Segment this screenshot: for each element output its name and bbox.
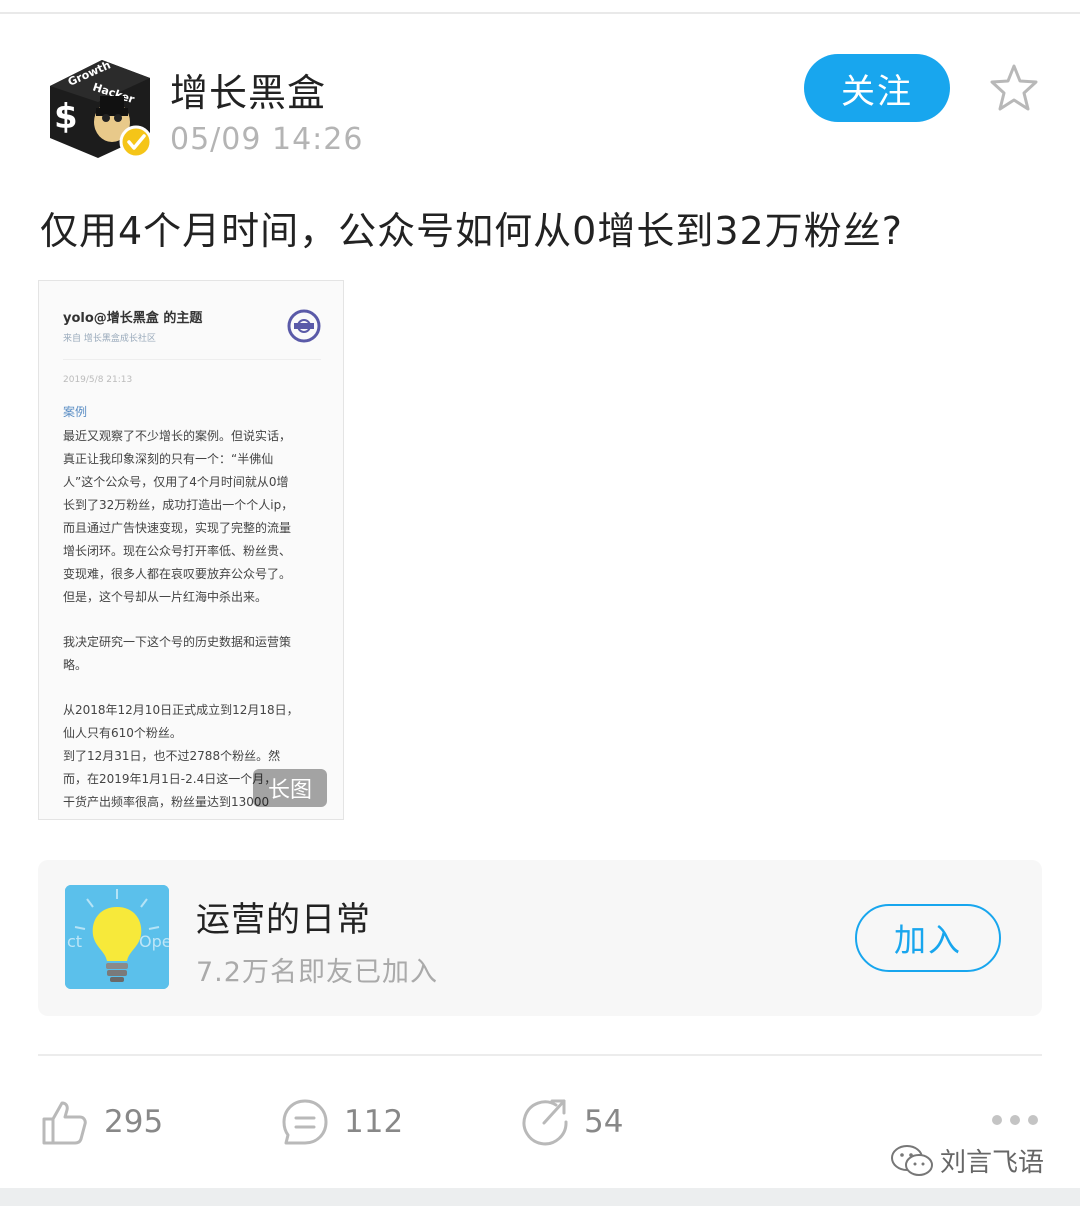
lightbulb-icon: ct Ope — [65, 885, 169, 989]
doc-line: 变现难，很多人都在哀叹要放弃公众号了。 — [63, 567, 292, 581]
join-button[interactable]: 加入 — [855, 904, 1001, 972]
comment-count: 112 — [344, 1104, 404, 1140]
long-image-thumbnail[interactable]: yolo@增长黑盒 的主题 来自 增长黑盒成长社区 2019/5/8 21:13… — [38, 280, 344, 820]
doc-line: 增长闭环。现在公众号打开率低、粉丝贵、 — [63, 544, 292, 558]
doc-line: 仙人只有610个粉丝。 — [63, 726, 182, 740]
community-name[interactable]: 运营的日常 — [196, 892, 371, 941]
like-button[interactable]: 295 — [40, 1096, 163, 1148]
more-options-icon[interactable] — [990, 1112, 1040, 1128]
doc-line: 到了12月31日，也不过2788个粉丝。然 — [63, 749, 281, 763]
repost-button[interactable]: 54 — [520, 1096, 623, 1148]
doc-line: 真正让我印象深刻的只有一个：“半佛仙 — [63, 452, 274, 466]
doc-body: 最近又观察了不少增长的案例。但说实话， 真正让我印象深刻的只有一个：“半佛仙人”这… — [63, 425, 325, 814]
doc-divider — [63, 359, 321, 360]
doc-line: 最近又观察了不少增长的案例。但说实话， — [63, 429, 292, 443]
comment-icon — [282, 1099, 328, 1145]
long-image-badge: 长图 — [253, 769, 327, 807]
icon-text-left: ct — [67, 932, 82, 951]
doc-line: 而且通过广告快速变现，实现了完整的流量 — [63, 521, 292, 535]
doc-tag: 案例 — [63, 405, 88, 419]
star-icon[interactable] — [988, 62, 1040, 114]
author-avatar[interactable]: Growth Hacker $ — [40, 56, 154, 160]
community-members: 7.2万名即友已加入 — [196, 957, 438, 988]
watermark: 刘言飞语 — [890, 1142, 1044, 1179]
watermark-text: 刘言飞语 — [940, 1148, 1045, 1178]
action-divider — [38, 1054, 1042, 1056]
share-icon — [522, 1099, 568, 1146]
post-timestamp: 05/09 14:26 — [170, 122, 364, 157]
doc-line — [63, 677, 325, 699]
svg-text:$: $ — [54, 97, 78, 137]
doc-date: 2019/5/8 21:13 — [63, 375, 133, 385]
wechat-icon — [891, 1144, 933, 1176]
doc-source: 来自 增长黑盒成长社区 — [63, 334, 156, 344]
author-name[interactable]: 增长黑盒 — [170, 62, 326, 117]
top-divider — [0, 12, 1080, 14]
doc-line: 人”这个公众号，仅用了4个月时间就从0增 — [63, 475, 289, 489]
comment-button[interactable]: 112 — [280, 1096, 403, 1148]
bottom-band — [0, 1188, 1080, 1206]
follow-button[interactable]: 关注 — [804, 54, 950, 122]
doc-header: yolo@增长黑盒 的主题 — [63, 311, 203, 326]
doc-line: 我决定研究一下这个号的历史数据和运营策 — [63, 635, 292, 649]
doc-logo-icon — [287, 309, 321, 343]
post-title[interactable]: 仅用4个月时间，公众号如何从0增长到32万粉丝? — [40, 200, 903, 255]
like-count: 295 — [104, 1104, 164, 1140]
doc-line: 略。 — [63, 658, 88, 672]
community-card[interactable]: ct Ope 运营的日常 7.2万名即友已加入 加入 — [38, 860, 1042, 1016]
thumbs-up-icon — [42, 1101, 87, 1145]
icon-text-right: Ope — [139, 932, 169, 951]
doc-line — [63, 609, 325, 631]
doc-line: 但是，这个号却从一片红海中杀出来。 — [63, 590, 268, 604]
doc-line: 长到了32万粉丝，成功打造出一个个人ip， — [63, 498, 294, 512]
doc-line: 从2018年12月10日正式成立到12月18日， — [63, 703, 299, 717]
repost-count: 54 — [584, 1104, 624, 1140]
